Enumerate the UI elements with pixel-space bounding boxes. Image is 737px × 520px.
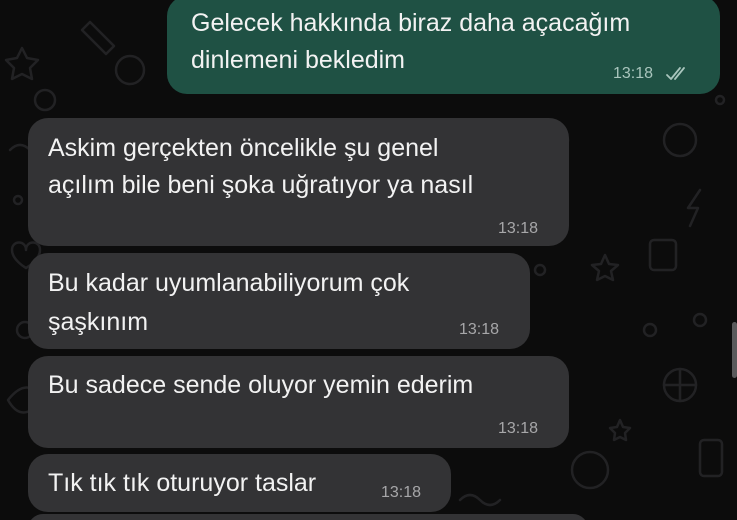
incoming-message-bubble[interactable]: Tık tık tık oturuyor taslar 13:18 [28, 454, 451, 512]
incoming-message-bubble-partial[interactable] [28, 514, 588, 520]
message-timestamp: 13:18 [498, 220, 539, 237]
message-timestamp: 13:18 [498, 420, 539, 437]
star-doodle [4, 46, 40, 81]
dot-doodle [533, 263, 547, 277]
sun-doodle [33, 88, 57, 112]
star-doodle [590, 253, 620, 282]
incoming-message-bubble[interactable]: Bu sadece sende oluyor yemin ederim 13:1… [28, 356, 569, 448]
message-text-line: Gelecek hakkında biraz daha açacağım [191, 9, 631, 37]
scrollbar-thumb[interactable] [732, 322, 737, 378]
outgoing-message-bubble[interactable]: Gelecek hakkında biraz daha açacağım din… [167, 0, 720, 94]
circle-doodle [662, 122, 698, 158]
phone-doodle [698, 438, 724, 478]
star-doodle [608, 418, 632, 442]
message-text-line: dinlemeni bekledim [191, 46, 406, 74]
message-text-line: Tık tık tık oturuyor taslar [48, 469, 317, 497]
incoming-message-bubble[interactable]: Bu kadar uyumlanabiliyorum çok şaşkınım … [28, 253, 530, 349]
message-timestamp: 13:18 [459, 321, 500, 338]
ring-doodle [642, 322, 658, 338]
message-timestamp: 13:18 [381, 484, 422, 501]
bubble-doodle [570, 450, 610, 490]
incoming-message-bubble[interactable]: Askim gerçekten öncelikle şu genel açılı… [28, 118, 569, 246]
cup-doodle [648, 238, 678, 272]
double-check-icon [666, 67, 685, 80]
message-text-line: Bu kadar uyumlanabiliyorum çok [48, 269, 410, 297]
message-text-line: şaşkınım [48, 308, 149, 336]
pencil-doodle [80, 20, 116, 56]
ring-doodle [692, 312, 708, 328]
message-text-line: açılım bile beni şoka uğratıyor ya nasıl [48, 171, 474, 199]
message-timestamp: 13:18 [613, 65, 654, 82]
dot-doodle [12, 194, 24, 206]
message-text-line: Bu sadece sende oluyor yemin ederim [48, 371, 474, 399]
wave-doodle [458, 493, 502, 507]
circle-doodle [114, 54, 146, 86]
chat-conversation-view[interactable]: Gelecek hakkında biraz daha açacağım din… [0, 0, 737, 520]
dot-doodle [714, 94, 726, 106]
message-text-line: Askim gerçekten öncelikle şu genel [48, 134, 439, 162]
bolt-doodle [686, 188, 702, 228]
